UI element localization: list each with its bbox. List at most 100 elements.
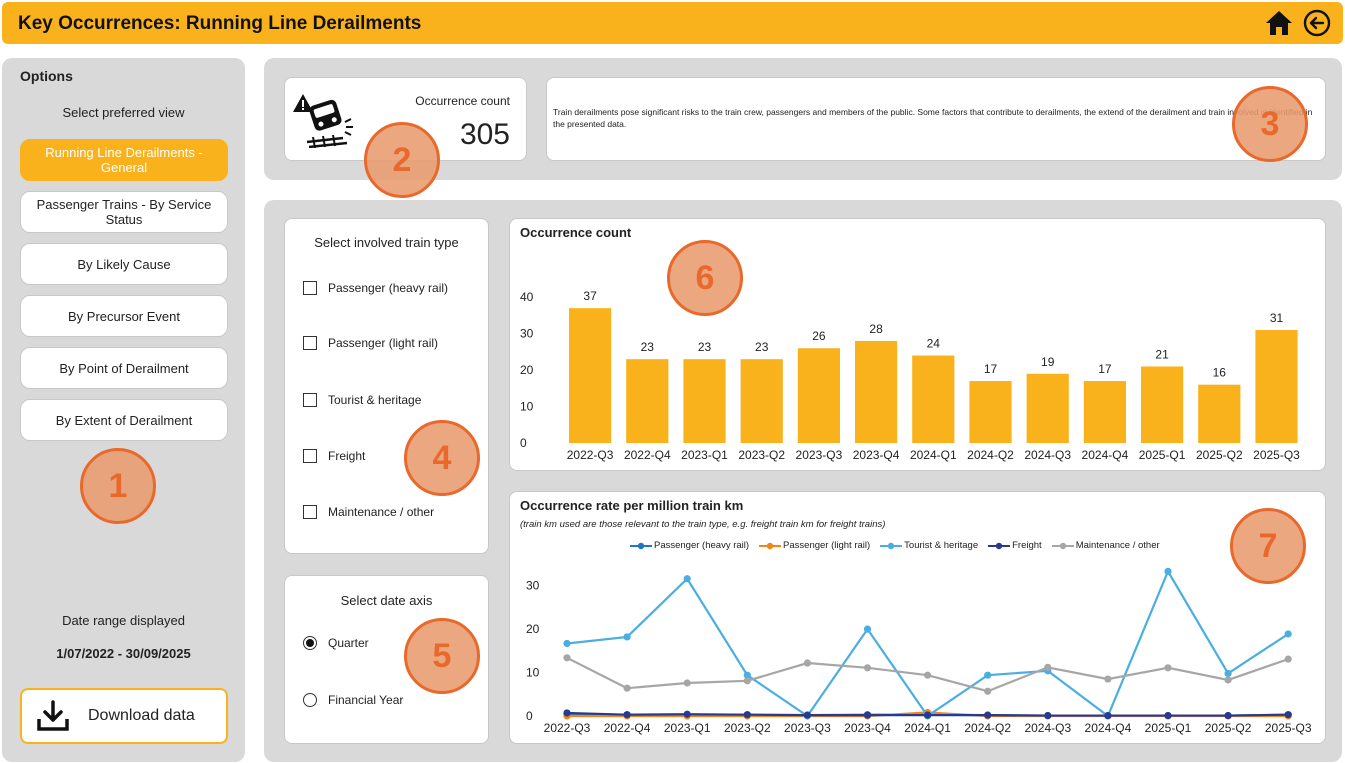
- nav-button-likely-cause[interactable]: By Likely Cause: [20, 243, 228, 285]
- back-arrow-icon[interactable]: [1303, 9, 1331, 37]
- callout-badge-2: 2: [364, 122, 440, 198]
- data-point[interactable]: [623, 684, 631, 692]
- page-title: Key Occurrences: Running Line Derailment…: [18, 13, 422, 34]
- bar[interactable]: [797, 348, 840, 443]
- data-point[interactable]: [1284, 630, 1292, 638]
- data-point[interactable]: [1104, 711, 1112, 720]
- data-point[interactable]: [924, 711, 932, 719]
- data-point[interactable]: [623, 711, 631, 719]
- radio-unselected-icon[interactable]: [303, 693, 317, 707]
- data-point[interactable]: [984, 687, 992, 695]
- radio-quarter[interactable]: Quarter: [303, 633, 369, 653]
- nav-button-general[interactable]: Running Line Derailments - General: [20, 139, 228, 181]
- bar-value-label: 16: [1213, 366, 1227, 380]
- line-chart-svg: 0 10 20 30 2022-Q3 2022-Q4 2023-Q1 2023-Q2 2023-…: [526, 567, 1312, 735]
- bar[interactable]: [1026, 373, 1069, 443]
- bar-value-label: 23: [698, 340, 712, 354]
- bar[interactable]: [969, 381, 1012, 443]
- callout-badge-7: 7: [1230, 508, 1306, 584]
- bar-value-label: 37: [583, 289, 597, 303]
- data-point[interactable]: [623, 633, 631, 641]
- checkbox-tourist-heritage[interactable]: Tourist & heritage: [303, 390, 421, 410]
- bar[interactable]: [626, 359, 669, 443]
- checkbox-icon[interactable]: [303, 505, 317, 519]
- checkbox-icon[interactable]: [303, 393, 317, 407]
- checkbox-passenger-light-rail[interactable]: Passenger (light rail): [303, 333, 438, 353]
- data-point[interactable]: [803, 711, 811, 719]
- nav-button-precursor-event[interactable]: By Precursor Event: [20, 295, 228, 337]
- bar[interactable]: [569, 308, 612, 443]
- data-point[interactable]: [1224, 711, 1232, 720]
- checkbox-freight[interactable]: Freight: [303, 446, 365, 466]
- data-point[interactable]: [863, 711, 872, 719]
- download-data-button[interactable]: Download data: [20, 688, 228, 744]
- checkbox-icon[interactable]: [303, 449, 317, 463]
- data-point[interactable]: [1164, 664, 1172, 672]
- bar-value-label: 24: [927, 337, 941, 351]
- radio-selected-icon[interactable]: [303, 636, 317, 650]
- data-point[interactable]: [563, 654, 571, 662]
- x-tick-label: 2025-Q2: [1205, 721, 1252, 735]
- data-point[interactable]: [863, 625, 872, 633]
- data-point[interactable]: [984, 671, 992, 679]
- x-tick-label: 2022-Q3: [544, 721, 591, 735]
- bar[interactable]: [1255, 330, 1298, 443]
- download-icon: [37, 700, 69, 731]
- radio-label: Financial Year: [328, 693, 404, 707]
- bar[interactable]: [1198, 384, 1241, 443]
- callout-badge-4: 4: [404, 420, 480, 496]
- nav-button-extent-of-derailment[interactable]: By Extent of Derailment: [20, 399, 228, 441]
- x-tick-label: 2024-Q4: [1085, 721, 1132, 735]
- bar-value-label: 26: [812, 329, 826, 343]
- data-point[interactable]: [1044, 663, 1052, 671]
- occurrence-count-chart: Occurrence count 0 10 20 30 40 37 2022-Q3 23 202…: [509, 218, 1326, 471]
- data-point[interactable]: [863, 664, 872, 672]
- bar[interactable]: [912, 355, 955, 443]
- data-point[interactable]: [924, 671, 932, 679]
- checkbox-icon[interactable]: [303, 281, 317, 295]
- checkbox-maintenance-other[interactable]: Maintenance / other: [303, 502, 434, 522]
- summary-panel: Occurrence count 305 2 Train derailments…: [264, 58, 1342, 198]
- data-point[interactable]: [683, 710, 691, 718]
- checkbox-passenger-heavy-rail[interactable]: Passenger (heavy rail): [303, 278, 448, 298]
- checkbox-label: Passenger (light rail): [328, 336, 439, 350]
- bar[interactable]: [855, 340, 898, 443]
- radio-financial-year[interactable]: Financial Year: [303, 690, 403, 710]
- nav-button-service-status[interactable]: Passenger Trains - By Service Status: [20, 191, 228, 233]
- checkbox-label: Tourist & heritage: [328, 393, 422, 407]
- data-point[interactable]: [683, 575, 691, 583]
- x-tick-label: 2023-Q1: [664, 721, 711, 735]
- data-point[interactable]: [1224, 676, 1232, 684]
- bar-value-label: 19: [1041, 355, 1055, 369]
- bar[interactable]: [683, 359, 726, 443]
- y-tick-label: 20: [526, 622, 540, 636]
- bar[interactable]: [740, 359, 783, 443]
- data-point[interactable]: [683, 679, 691, 687]
- data-point[interactable]: [1164, 711, 1172, 720]
- data-point[interactable]: [1104, 675, 1112, 683]
- view-select-label: Select preferred view: [62, 105, 185, 120]
- data-point[interactable]: [984, 711, 992, 719]
- x-tick-label: 2025-Q1: [1139, 448, 1186, 462]
- data-point[interactable]: [803, 659, 811, 667]
- data-point[interactable]: [1284, 655, 1292, 663]
- description-text: Train derailments pose significant risks…: [553, 107, 1313, 129]
- x-tick-label: 2024-Q3: [1024, 448, 1071, 462]
- checkbox-label: Maintenance / other: [328, 505, 435, 519]
- home-icon[interactable]: [1265, 10, 1293, 36]
- x-tick-label: 2023-Q2: [724, 721, 771, 735]
- nav-button-point-of-derailment[interactable]: By Point of Derailment: [20, 347, 228, 389]
- checkbox-label: Passenger (heavy rail): [328, 281, 449, 295]
- data-point[interactable]: [563, 709, 571, 717]
- bar[interactable]: [1141, 366, 1184, 443]
- data-point[interactable]: [743, 677, 751, 685]
- data-point[interactable]: [1284, 711, 1292, 719]
- data-point[interactable]: [1224, 669, 1232, 678]
- data-point[interactable]: [743, 711, 751, 719]
- data-point[interactable]: [1164, 567, 1172, 575]
- data-point[interactable]: [1044, 711, 1052, 720]
- data-point[interactable]: [563, 639, 571, 648]
- checkbox-icon[interactable]: [303, 336, 317, 350]
- x-tick-label: 2022-Q4: [604, 721, 651, 735]
- bar[interactable]: [1083, 381, 1126, 443]
